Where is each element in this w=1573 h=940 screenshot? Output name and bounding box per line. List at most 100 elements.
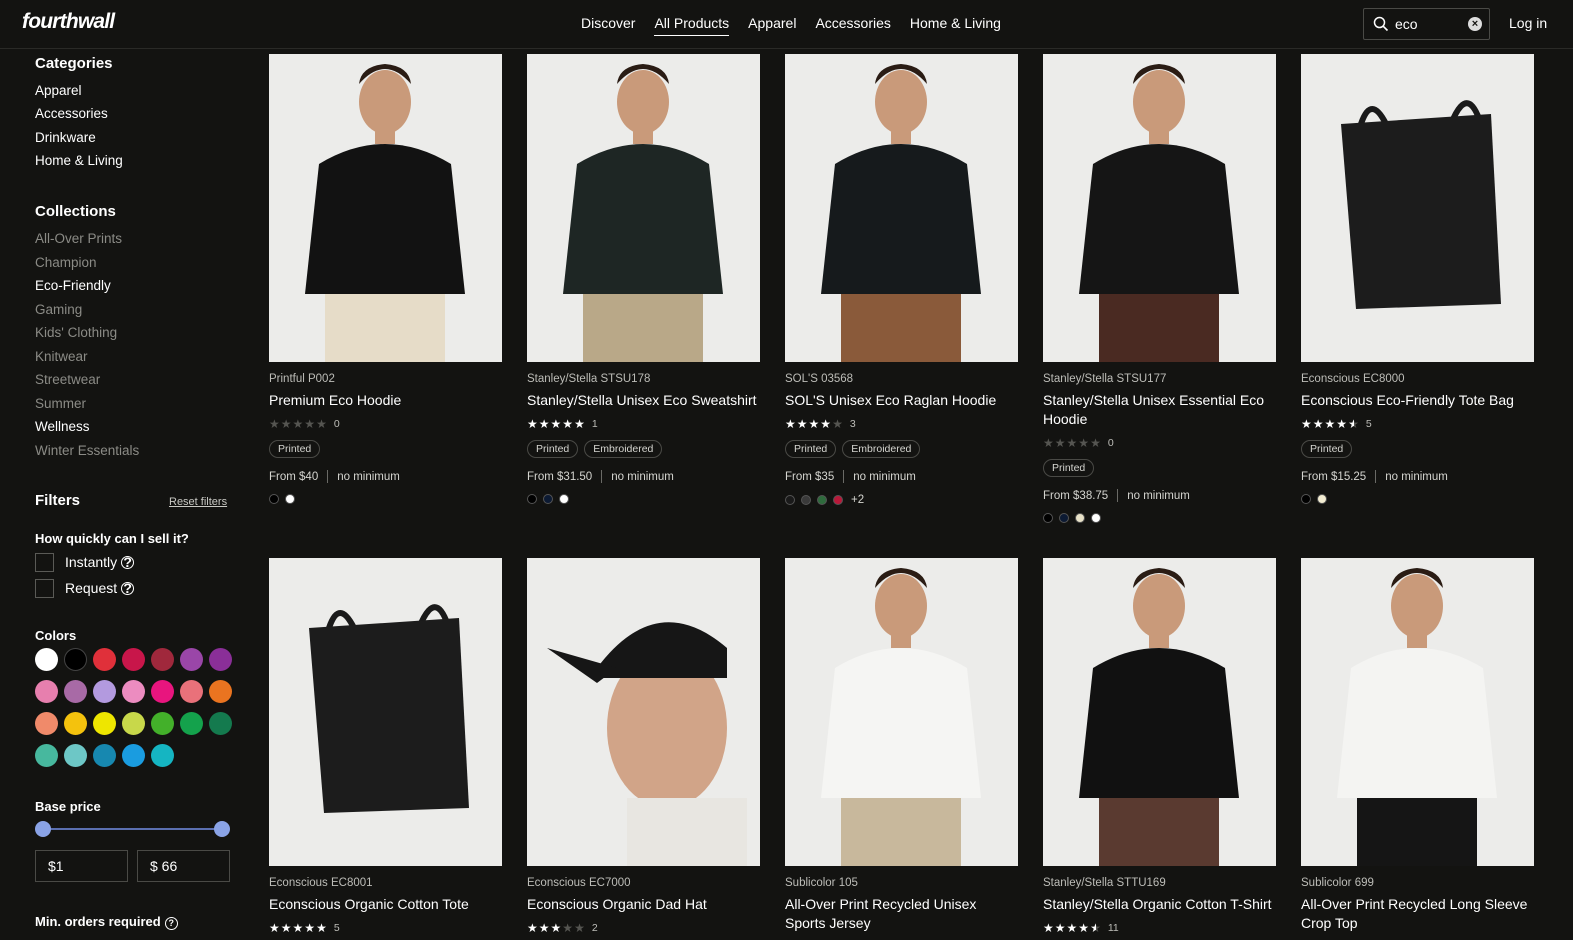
- nav-home-living[interactable]: Home & Living: [910, 15, 1001, 36]
- product-title[interactable]: Stanley/Stella Organic Cotton T-Shirt: [1043, 895, 1276, 914]
- collection-champion[interactable]: Champion: [35, 255, 97, 270]
- color-swatch[interactable]: [151, 648, 174, 671]
- color-swatch[interactable]: [64, 680, 87, 703]
- collection-streetwear[interactable]: Streetwear: [35, 372, 100, 387]
- collection-summer[interactable]: Summer: [35, 396, 86, 411]
- product-card[interactable]: Stanley/Stella STSU177 Stanley/Stella Uni…: [1043, 54, 1276, 523]
- product-image[interactable]: [269, 558, 502, 866]
- color-swatch[interactable]: [122, 680, 145, 703]
- product-card[interactable]: Sublicolor 105 All-Over Print Recycled Un…: [785, 558, 1018, 933]
- price-range-track[interactable]: [42, 828, 222, 830]
- color-swatch[interactable]: [64, 744, 87, 767]
- color-dot[interactable]: [1301, 494, 1311, 504]
- request-option[interactable]: Request ?: [35, 578, 135, 598]
- color-dot[interactable]: [833, 495, 843, 505]
- color-swatch[interactable]: [209, 712, 232, 735]
- product-card[interactable]: Sublicolor 699 All-Over Print Recycled Lo…: [1301, 558, 1534, 933]
- color-swatch[interactable]: [151, 744, 174, 767]
- product-image[interactable]: [527, 558, 760, 866]
- logo[interactable]: fourthwall: [22, 10, 115, 34]
- product-title[interactable]: Stanley/Stella Unisex Essential Eco Hood…: [1043, 391, 1276, 429]
- color-swatch[interactable]: [93, 648, 116, 671]
- product-title[interactable]: Econscious Eco-Friendly Tote Bag: [1301, 391, 1534, 410]
- collection-gaming[interactable]: Gaming: [35, 302, 82, 317]
- product-image[interactable]: [527, 54, 760, 362]
- reset-filters-link[interactable]: Reset filters: [169, 496, 227, 508]
- collection-kids-clothing[interactable]: Kids' Clothing: [35, 325, 117, 340]
- nav-all-products[interactable]: All Products: [654, 15, 730, 36]
- search-input[interactable]: [1395, 15, 1460, 33]
- product-image[interactable]: [785, 558, 1018, 866]
- product-image[interactable]: [1301, 54, 1534, 362]
- category-home-living[interactable]: Home & Living: [35, 153, 123, 168]
- product-card[interactable]: Econscious EC8001 Econscious Organic Cott…: [269, 558, 502, 935]
- collection-wellness[interactable]: Wellness: [35, 419, 90, 434]
- color-swatch[interactable]: [93, 712, 116, 735]
- help-icon[interactable]: ?: [121, 581, 135, 595]
- color-swatch[interactable]: [151, 712, 174, 735]
- collection-winter-essentials[interactable]: Winter Essentials: [35, 443, 139, 458]
- search-box[interactable]: ×: [1363, 8, 1490, 40]
- category-accessories[interactable]: Accessories: [35, 106, 108, 121]
- color-swatch[interactable]: [64, 712, 87, 735]
- color-swatch[interactable]: [122, 648, 145, 671]
- product-image[interactable]: [269, 54, 502, 362]
- color-swatch[interactable]: [93, 744, 116, 767]
- color-swatch[interactable]: [35, 648, 58, 671]
- color-swatch[interactable]: [180, 680, 203, 703]
- request-checkbox[interactable]: [35, 578, 54, 598]
- category-apparel[interactable]: Apparel: [35, 83, 82, 98]
- color-dot[interactable]: [559, 494, 569, 504]
- color-swatch[interactable]: [122, 744, 145, 767]
- color-swatch[interactable]: [180, 712, 203, 735]
- nav-accessories[interactable]: Accessories: [815, 15, 890, 36]
- color-swatch[interactable]: [64, 648, 87, 671]
- color-swatch[interactable]: [122, 712, 145, 735]
- color-dot[interactable]: [817, 495, 827, 505]
- instantly-checkbox[interactable]: [35, 552, 54, 572]
- product-title[interactable]: Econscious Organic Dad Hat: [527, 895, 760, 914]
- color-swatch[interactable]: [151, 680, 174, 703]
- product-title[interactable]: All-Over Print Recycled Long Sleeve Crop…: [1301, 895, 1534, 933]
- product-card[interactable]: Econscious EC7000 Econscious Organic Dad …: [527, 558, 760, 935]
- collection-all-over-prints[interactable]: All-Over Prints: [35, 231, 122, 246]
- help-icon[interactable]: ?: [121, 555, 135, 569]
- color-swatch[interactable]: [209, 680, 232, 703]
- color-swatch[interactable]: [93, 680, 116, 703]
- color-dot[interactable]: [1075, 513, 1085, 523]
- color-dot[interactable]: [1043, 513, 1053, 523]
- color-dot[interactable]: [269, 494, 279, 504]
- product-card[interactable]: SOL'S 03568 SOL'S Unisex Eco Raglan Hoodi…: [785, 54, 1018, 506]
- product-card[interactable]: Stanley/Stella STTU169 Stanley/Stella Org…: [1043, 558, 1276, 935]
- color-dot[interactable]: [1091, 513, 1101, 523]
- product-title[interactable]: All-Over Print Recycled Unisex Sports Je…: [785, 895, 1018, 933]
- color-dot[interactable]: [1059, 513, 1069, 523]
- nav-apparel[interactable]: Apparel: [748, 15, 796, 36]
- color-dot[interactable]: [543, 494, 553, 504]
- login-link[interactable]: Log in: [1509, 15, 1547, 31]
- category-drinkware[interactable]: Drinkware: [35, 130, 96, 145]
- product-title[interactable]: Stanley/Stella Unisex Eco Sweatshirt: [527, 391, 760, 410]
- collection-knitwear[interactable]: Knitwear: [35, 349, 88, 364]
- product-image[interactable]: [1043, 54, 1276, 362]
- help-icon[interactable]: ?: [164, 917, 178, 930]
- color-dot[interactable]: [285, 494, 295, 504]
- product-title[interactable]: SOL'S Unisex Eco Raglan Hoodie: [785, 391, 1018, 410]
- color-swatch[interactable]: [35, 680, 58, 703]
- color-dot[interactable]: [785, 495, 795, 505]
- product-card[interactable]: Econscious EC8000 Econscious Eco-Friendly…: [1301, 54, 1534, 504]
- price-min-input[interactable]: $1: [35, 850, 128, 882]
- color-swatch[interactable]: [35, 744, 58, 767]
- product-image[interactable]: [785, 54, 1018, 362]
- price-min-handle[interactable]: [35, 821, 51, 837]
- product-image[interactable]: [1301, 558, 1534, 866]
- product-title[interactable]: Premium Eco Hoodie: [269, 391, 502, 410]
- product-title[interactable]: Econscious Organic Cotton Tote: [269, 895, 502, 914]
- product-image[interactable]: [1043, 558, 1276, 866]
- color-dot[interactable]: [1317, 494, 1327, 504]
- collection-eco-friendly[interactable]: Eco-Friendly: [35, 278, 111, 293]
- color-swatch[interactable]: [180, 648, 203, 671]
- color-dot[interactable]: [801, 495, 811, 505]
- color-swatch[interactable]: [35, 712, 58, 735]
- product-card[interactable]: Printful P002 Premium Eco Hoodie ★ ★ ★ ★ ★ 0 Pri…: [269, 54, 502, 504]
